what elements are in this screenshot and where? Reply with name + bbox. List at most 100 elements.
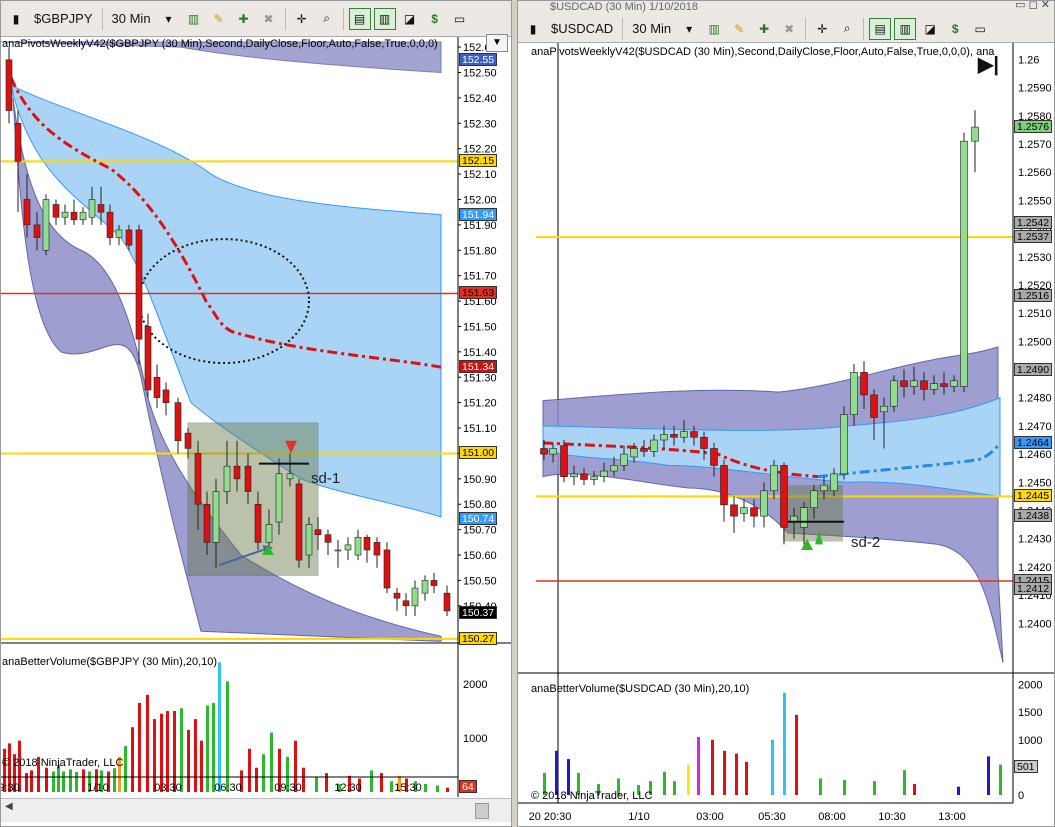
volume-bar [783, 692, 786, 795]
bull-candle [286, 473, 294, 480]
time-tick-label: 13:00 [938, 811, 966, 823]
bull-candle [610, 465, 618, 472]
price-tick-label: 1.2480 [1018, 393, 1052, 405]
left-interval-selector[interactable]: 30 Min [108, 11, 155, 26]
zoom-in-icon[interactable]: ✚ [753, 18, 775, 40]
bear-candle [363, 536, 371, 551]
right-chart-area[interactable]: 1.261.25901.25801.25701.25601.25501.2540… [518, 43, 1055, 827]
bull-candle [830, 473, 838, 492]
bear-candle [203, 503, 211, 543]
bull-candle [590, 476, 598, 480]
data-box-icon[interactable]: ▭ [449, 8, 471, 30]
price-tag: 151.00 [459, 446, 498, 460]
crosshair-icon[interactable]: ✛ [811, 18, 833, 40]
bear-candle [324, 534, 332, 543]
volume-bar [873, 781, 876, 795]
bull-candle [265, 524, 273, 543]
price-tick-label: 1.2430 [1018, 534, 1052, 546]
dollar-icon[interactable]: $ [424, 8, 446, 30]
right-symbol-selector[interactable]: $USDCAD [547, 21, 617, 36]
drawing-tool-icon[interactable]: ✎ [728, 18, 750, 40]
strategies-icon[interactable]: ▥ [373, 7, 396, 30]
chevron-down-icon[interactable]: ▾ [678, 18, 700, 40]
bull-candle [930, 383, 938, 390]
volume-bar [913, 783, 916, 795]
indicators-icon[interactable]: ▤ [869, 17, 892, 40]
right-go-end-icon[interactable]: ▶| [978, 52, 999, 77]
bear-candle [5, 59, 13, 111]
magnifier-icon[interactable]: ⌕ [836, 18, 858, 40]
price-tick-label: 1.2590 [1018, 83, 1052, 95]
right-volume-label: anaBetterVolume($USDCAD (30 Min),20,10) [531, 683, 750, 695]
price-tag: 151.34 [459, 360, 498, 374]
bear-candle [700, 436, 708, 449]
bear-candle [52, 204, 60, 218]
chart-style-icon[interactable]: ▥ [183, 8, 205, 30]
left-scrollbar[interactable]: ◀ [1, 798, 511, 822]
price-tick-label: 152.30 [463, 118, 497, 130]
price-tag: 1.2445 [1014, 489, 1053, 503]
bear-candle [720, 465, 728, 506]
volume-bar [69, 769, 72, 792]
bull-candle [421, 580, 429, 594]
zoom-out-icon[interactable]: ✖ [778, 18, 800, 40]
bull-candle [880, 405, 888, 413]
instrument-icon[interactable]: ▮ [522, 18, 544, 40]
strategies-icon[interactable]: ▥ [894, 17, 917, 40]
volume-bar [745, 761, 748, 795]
volume-bar [131, 727, 134, 792]
volume-tick-label: 2000 [1018, 680, 1042, 692]
bear-candle [14, 122, 22, 162]
volume-bar [999, 764, 1002, 795]
right-interval-selector[interactable]: 30 Min [628, 21, 675, 36]
zoom-out-icon[interactable]: ✖ [258, 8, 280, 30]
volume-tick-label: 0 [1018, 790, 1024, 802]
volume-bar [711, 739, 714, 795]
price-tick-label: 1.2460 [1018, 449, 1052, 461]
price-tick-label: 152.50 [463, 67, 497, 79]
volume-bar [52, 771, 55, 792]
bull-candle [660, 434, 668, 441]
volume-bar [248, 748, 251, 792]
right-chart-window: $USDCAD (30 Min) 1/10/2018 ▭ ◻ ✕ ▮ $USDC… [517, 0, 1055, 827]
chevron-down-icon[interactable]: ▾ [158, 8, 180, 30]
left-symbol-selector[interactable]: $GBPJPY [30, 11, 97, 26]
bull-candle [840, 414, 848, 475]
bull-candle [630, 448, 638, 458]
left-annotation: sd-1 [311, 470, 341, 487]
chart-properties-icon[interactable]: ◪ [919, 18, 941, 40]
right-toolbar: ▮ $USDCAD 30 Min ▾ ▥ ✎ ✚ ✖ ✛ ⌕ ▤ ▥ ◪ $ ▭ [518, 15, 1054, 43]
bull-candle [344, 544, 352, 551]
volume-bar [771, 739, 774, 795]
bear-candle [254, 503, 262, 543]
bull-candle [890, 380, 898, 407]
left-panel-dropdown[interactable]: ▼ [486, 34, 508, 52]
volume-bar [380, 773, 383, 792]
drawing-tool-icon[interactable]: ✎ [208, 8, 230, 30]
volume-bar [45, 767, 48, 792]
window-controls[interactable]: ▭ ◻ ✕ [1015, 1, 1050, 11]
bull-candle [740, 507, 748, 514]
instrument-icon[interactable]: ▮ [5, 8, 27, 30]
data-box-icon[interactable]: ▭ [969, 18, 991, 40]
left-chart-area[interactable]: 152.6152.50152.40152.30152.20152.10152.0… [1, 37, 512, 827]
volume-bar [673, 781, 676, 795]
price-tick-label: 150.80 [463, 499, 497, 511]
scroll-thumb[interactable] [475, 803, 489, 819]
zoom-in-icon[interactable]: ✚ [233, 8, 255, 30]
dollar-icon[interactable]: $ [944, 18, 966, 40]
magnifier-icon[interactable]: ⌕ [316, 8, 338, 30]
crosshair-icon[interactable]: ✛ [291, 8, 313, 30]
indicators-icon[interactable]: ▤ [348, 7, 371, 30]
bear-candle [750, 507, 758, 517]
bear-candle [560, 445, 568, 477]
volume-tick-label: 2000 [463, 679, 487, 691]
chart-properties-icon[interactable]: ◪ [399, 8, 421, 30]
volume-bar [370, 770, 373, 792]
price-tick-label: 150.50 [463, 575, 497, 587]
chart-style-icon[interactable]: ▥ [703, 18, 725, 40]
bear-candle [690, 431, 698, 438]
scroll-left-icon[interactable]: ◀ [5, 801, 13, 812]
bear-candle [640, 448, 648, 452]
bear-candle [730, 504, 738, 517]
